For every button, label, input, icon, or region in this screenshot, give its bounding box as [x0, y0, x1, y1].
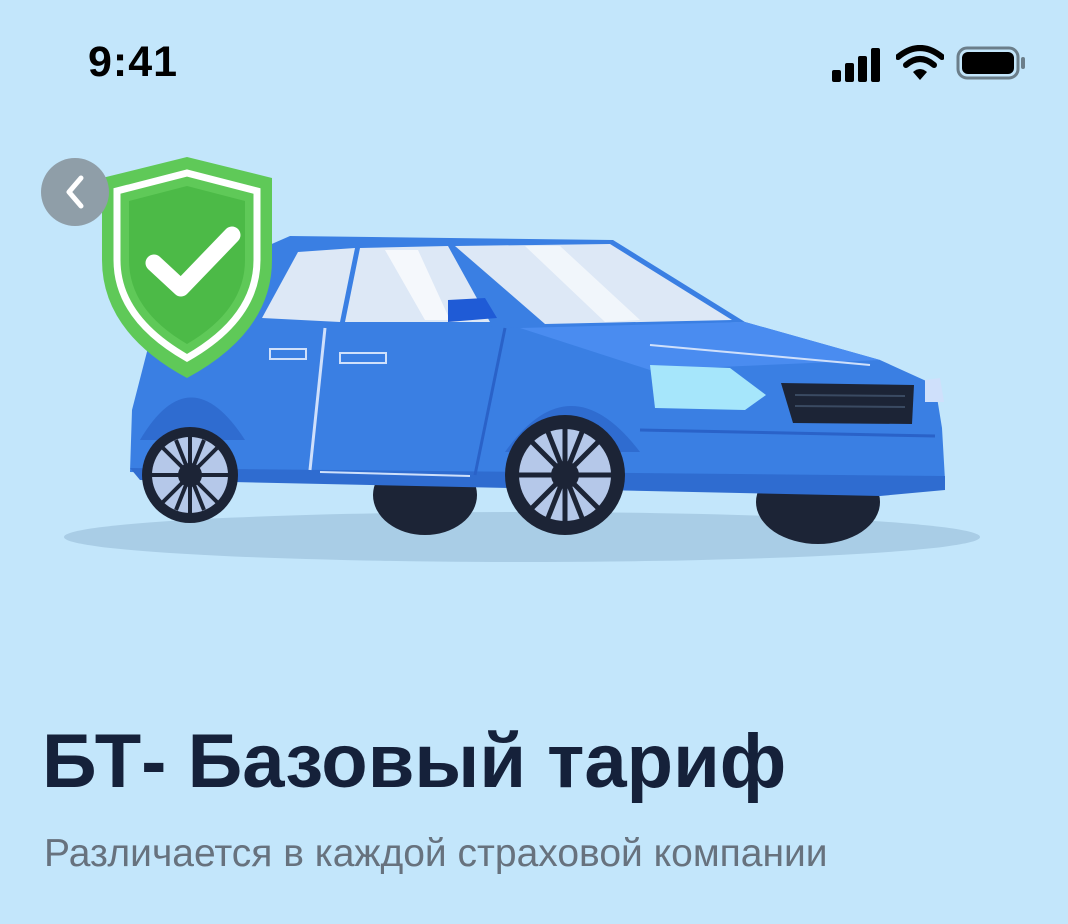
chevron-left-icon [66, 175, 84, 209]
status-time: 9:41 [88, 38, 179, 86]
status-bar: 9:41 [0, 0, 1068, 120]
front-wheel [505, 415, 625, 535]
status-icons [832, 42, 1032, 86]
signal-icon [832, 48, 880, 82]
rear-wheel [142, 427, 238, 523]
back-button[interactable] [41, 158, 109, 226]
wifi-icon [896, 45, 944, 80]
hero-illustration [64, 157, 980, 562]
battery-icon [956, 46, 1025, 80]
page-subtitle: Различается в каждой страховой компании [44, 832, 828, 875]
page-title: БТ- Базовый тариф [42, 719, 787, 804]
